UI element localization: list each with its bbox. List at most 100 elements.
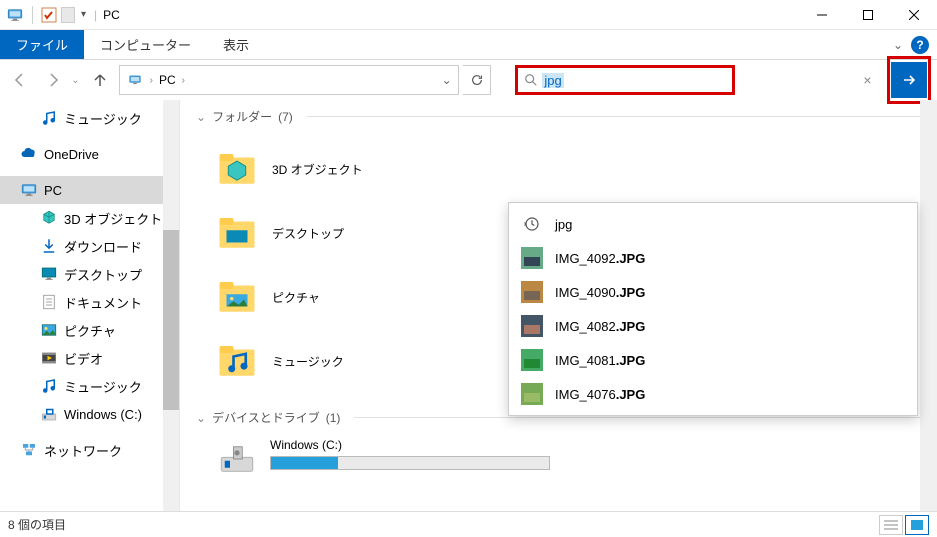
properties-icon[interactable] (41, 7, 57, 23)
network-icon (20, 441, 38, 459)
pc-icon (6, 6, 24, 24)
window-controls (799, 0, 937, 30)
chevron-right-icon[interactable]: › (182, 75, 185, 86)
history-icon (521, 213, 543, 235)
separator (32, 6, 33, 24)
titlebar: ▾ | PC (0, 0, 937, 30)
image-thumb-icon (521, 349, 543, 371)
navigation-pane: ミュージック OneDrive PC 3D オブジェクトダウンロードデスクトップドキュ… (0, 100, 180, 520)
nav-scroll-thumb[interactable] (163, 230, 179, 410)
window-title: PC (103, 8, 120, 22)
tree-item-music[interactable]: ミュージック (0, 372, 179, 400)
tree-item-label: ミュージック (64, 377, 142, 396)
search-input[interactable]: jpg (515, 65, 735, 95)
tree-item-drive[interactable]: Windows (C:) (0, 400, 179, 428)
tree-item-document[interactable]: ドキュメント (0, 288, 179, 316)
tree-item-label: デスクトップ (64, 265, 142, 284)
status-text: 8 個の項目 (8, 516, 66, 533)
search-value: jpg (542, 73, 563, 88)
desktop-icon (40, 265, 58, 283)
maximize-button[interactable] (845, 0, 891, 30)
help-button[interactable]: ? (911, 36, 929, 54)
folder-label: ピクチャ (272, 289, 320, 306)
suggestion-item[interactable]: IMG_4090.JPG (509, 275, 917, 309)
refresh-button[interactable] (463, 65, 492, 95)
drive-usage-bar (270, 456, 550, 470)
3d-folder-icon (216, 147, 258, 192)
group-label: デバイスとドライブ (212, 409, 320, 426)
group-divider (307, 116, 921, 117)
tree-item-music[interactable]: ミュージック (0, 104, 179, 132)
minimize-button[interactable] (799, 0, 845, 30)
view-details-button[interactable] (879, 515, 903, 535)
title-separator: | (94, 8, 97, 22)
group-divider (354, 417, 921, 418)
tree-item-onedrive[interactable]: OneDrive (0, 140, 179, 168)
content-scrollbar[interactable] (920, 100, 937, 520)
search-submit-highlight (887, 56, 931, 104)
group-count: (7) (278, 110, 293, 124)
folder-label: 3D オブジェクト (272, 161, 363, 178)
image-thumb-icon (521, 281, 543, 303)
quick-access-toolbar: ▾ (0, 6, 88, 24)
tree-item-download[interactable]: ダウンロード (0, 232, 179, 260)
image-thumb-icon (521, 383, 543, 405)
drive-item[interactable]: Windows (C:) (196, 438, 921, 480)
tab-computer[interactable]: コンピューター (84, 30, 207, 59)
document-icon (40, 293, 58, 311)
tree-item-label: Windows (C:) (64, 407, 142, 422)
address-bar[interactable]: › PC › ⌄ (119, 65, 459, 95)
drive-icon (40, 405, 58, 423)
group-header-folders[interactable]: ⌄ フォルダー (7) (196, 108, 921, 125)
up-button[interactable] (86, 64, 115, 96)
tree-item-video[interactable]: ビデオ (0, 344, 179, 372)
tree-item-desktop[interactable]: デスクトップ (0, 260, 179, 288)
address-dropdown-icon[interactable]: ⌄ (442, 73, 452, 87)
navigation-row: ⌄ › PC › ⌄ jpg × (0, 60, 937, 100)
suggestion-item[interactable]: IMG_4092.JPG (509, 241, 917, 275)
ribbon-tabs: ファイル コンピューター 表示 ⌄ ? (0, 30, 937, 60)
music-icon (40, 377, 58, 395)
close-button[interactable] (891, 0, 937, 30)
desktop-folder-icon (216, 211, 258, 256)
suggestion-item[interactable]: IMG_4081.JPG (509, 343, 917, 377)
pc-icon (20, 181, 38, 199)
history-dropdown-icon[interactable]: ⌄ (71, 75, 82, 86)
music-icon (40, 109, 58, 127)
suggestion-item[interactable]: IMG_4082.JPG (509, 309, 917, 343)
forward-button[interactable] (39, 64, 68, 96)
suggestion-item[interactable]: IMG_4076.JPG (509, 377, 917, 411)
search-icon (524, 73, 538, 87)
search-clear-button[interactable]: × (855, 68, 879, 92)
tree-item-network[interactable]: ネットワーク (0, 436, 179, 464)
folder-label: ミュージック (272, 353, 344, 370)
image-thumb-icon (521, 247, 543, 269)
qat-dropdown-icon[interactable]: ▾ (79, 9, 88, 20)
tab-view[interactable]: 表示 (207, 30, 265, 59)
chevron-right-icon[interactable]: › (150, 75, 153, 86)
tree-item-label: 3D オブジェクト (64, 209, 162, 228)
group-label: フォルダー (212, 108, 272, 125)
view-tiles-button[interactable] (905, 515, 929, 535)
search-suggestions: jpgIMG_4092.JPGIMG_4090.JPGIMG_4082.JPGI… (508, 202, 918, 416)
document-icon[interactable] (61, 7, 75, 23)
chevron-down-icon: ⌄ (196, 411, 206, 425)
search-submit-button[interactable] (891, 62, 927, 98)
folder-item[interactable]: 3D オブジェクト (196, 137, 921, 201)
tree-item-label: ネットワーク (44, 441, 122, 460)
tree-item-picture[interactable]: ピクチャ (0, 316, 179, 344)
back-button[interactable] (6, 64, 35, 96)
tree-item-pc[interactable]: PC (0, 176, 179, 204)
image-thumb-icon (521, 315, 543, 337)
suggestion-item[interactable]: jpg (509, 207, 917, 241)
body: ミュージック OneDrive PC 3D オブジェクトダウンロードデスクトップドキュ… (0, 100, 937, 520)
video-icon (40, 349, 58, 367)
ribbon-collapse-icon[interactable]: ⌄ (893, 38, 903, 52)
tree-item-3d[interactable]: 3D オブジェクト (0, 204, 179, 232)
tree-item-label: ドキュメント (64, 293, 142, 312)
tree-item-label: OneDrive (44, 147, 99, 162)
tab-file[interactable]: ファイル (0, 30, 84, 59)
tree-item-label: ビデオ (64, 349, 103, 368)
breadcrumb-location[interactable]: PC (159, 73, 176, 87)
download-icon (40, 237, 58, 255)
